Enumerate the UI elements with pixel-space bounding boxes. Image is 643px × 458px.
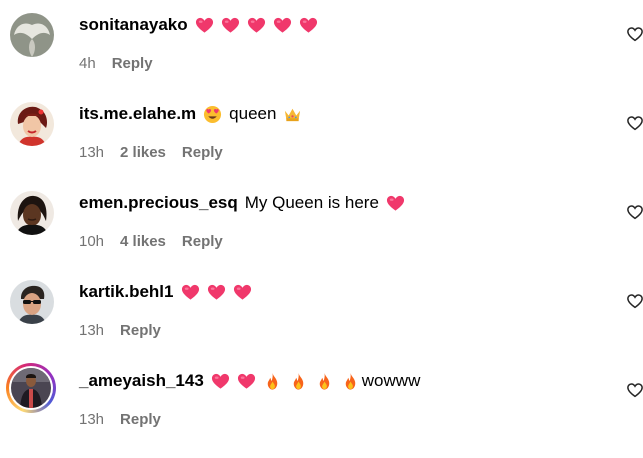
comment-meta: 13h 2 likes Reply — [79, 142, 223, 162]
reply-button[interactable]: Reply — [112, 55, 153, 72]
comment-text: wowww — [361, 371, 421, 390]
like-count[interactable]: 4 likes — [120, 233, 166, 250]
heart-emoji-icon — [195, 16, 214, 35]
comment-meta: 13h Reply — [79, 409, 161, 429]
reply-button[interactable]: Reply — [182, 144, 223, 161]
heart-emoji-icon — [211, 372, 230, 391]
heart-emoji-icon — [181, 283, 200, 302]
comment-line: sonitanayako — [79, 13, 325, 37]
comment-text: My Queen is here — [244, 193, 379, 212]
username[interactable]: _ameyaish_143 — [79, 371, 204, 391]
comment-item: emen.precious_esq My Queen is here 10h 4… — [0, 191, 643, 280]
heart-eyes-emoji-icon — [203, 105, 222, 124]
man-standing-avatar-icon — [11, 368, 51, 408]
crown-emoji-icon — [283, 105, 302, 124]
avatar[interactable] — [10, 13, 54, 57]
heart-emoji-icon — [221, 16, 240, 35]
like-heart-icon[interactable] — [626, 25, 643, 43]
fire-emoji-icon — [263, 372, 282, 391]
avatar[interactable] — [10, 102, 54, 146]
username[interactable]: its.me.elahe.m — [79, 104, 196, 124]
woman-portrait-avatar-icon — [10, 191, 54, 235]
heart-emoji-icon — [233, 283, 252, 302]
reply-button[interactable]: Reply — [182, 233, 223, 250]
comment-line: _ameyaish_143 wowww — [79, 369, 427, 393]
timestamp: 13h — [79, 321, 105, 339]
avatar[interactable] — [10, 191, 54, 235]
username[interactable]: sonitanayako — [79, 15, 188, 35]
avatar[interactable] — [10, 280, 54, 324]
timestamp: 4h — [79, 54, 96, 72]
comment-line: its.me.elahe.m queen — [79, 102, 309, 126]
heart-emoji-icon — [207, 283, 226, 302]
comment-item: kartik.behl1 13h Reply — [0, 280, 643, 369]
pinup-woman-avatar-icon — [10, 102, 54, 146]
fire-emoji-icon — [341, 372, 360, 391]
avatar-story-ring[interactable] — [6, 363, 56, 413]
reply-button[interactable]: Reply — [120, 322, 161, 339]
comment-item: its.me.elahe.m queen 13h 2 likes Reply — [0, 102, 643, 191]
fire-emoji-icon — [289, 372, 308, 391]
username[interactable]: kartik.behl1 — [79, 282, 174, 302]
like-heart-icon[interactable] — [626, 203, 643, 221]
timestamp: 10h — [79, 232, 105, 250]
comment-line: emen.precious_esq My Queen is here — [79, 191, 412, 215]
comment-meta: 4h Reply — [79, 53, 153, 73]
like-heart-icon[interactable] — [626, 114, 643, 132]
username[interactable]: emen.precious_esq — [79, 193, 238, 213]
like-heart-icon[interactable] — [626, 381, 643, 399]
like-heart-icon[interactable] — [626, 292, 643, 310]
comment-text: queen — [229, 104, 277, 123]
heart-emoji-icon — [386, 194, 405, 213]
fire-emoji-icon — [315, 372, 334, 391]
comment-meta: 13h Reply — [79, 320, 161, 340]
angel-wings-avatar-icon — [10, 13, 54, 57]
comment-item: _ameyaish_143 wowww 13h Reply — [0, 363, 643, 458]
timestamp: 13h — [79, 410, 105, 428]
man-sunglasses-avatar-icon — [10, 280, 54, 324]
timestamp: 13h — [79, 143, 105, 161]
heart-emoji-icon — [247, 16, 266, 35]
like-count[interactable]: 2 likes — [120, 144, 166, 161]
comment-item: sonitanayako 4h Reply — [0, 13, 643, 102]
heart-emoji-icon — [237, 372, 256, 391]
comment-meta: 10h 4 likes Reply — [79, 231, 223, 251]
heart-emoji-icon — [273, 16, 292, 35]
reply-button[interactable]: Reply — [120, 411, 161, 428]
heart-emoji-icon — [299, 16, 318, 35]
comment-line: kartik.behl1 — [79, 280, 259, 304]
